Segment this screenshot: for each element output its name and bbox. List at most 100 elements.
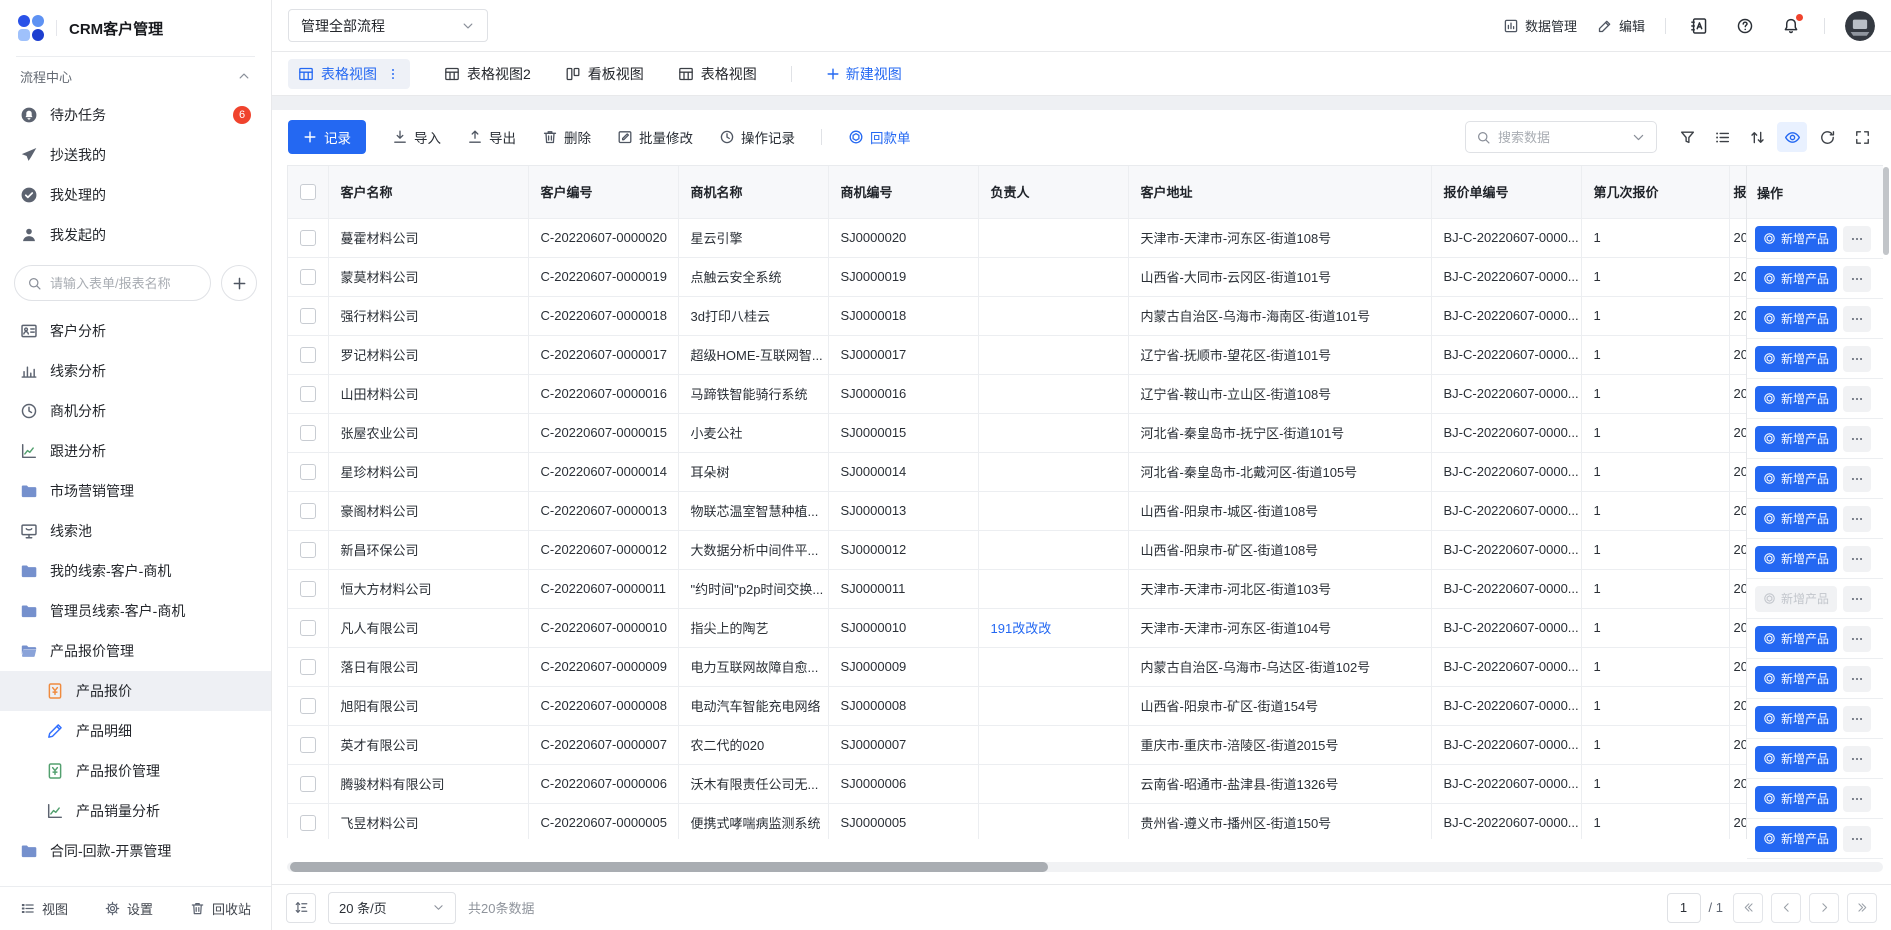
row-more-button[interactable]	[1843, 506, 1871, 532]
sort-button[interactable]	[1742, 122, 1772, 152]
notifications-button[interactable]	[1778, 13, 1804, 39]
add-product-button[interactable]: 新增产品	[1755, 626, 1837, 652]
page-number-input[interactable]: 1	[1667, 893, 1701, 923]
row-more-button[interactable]	[1843, 706, 1871, 732]
sidebar-item[interactable]: 市场营销管理	[0, 471, 271, 511]
sidebar-footer-trash[interactable]: 回收站	[190, 899, 251, 918]
row-checkbox[interactable]	[300, 308, 316, 324]
sidebar-item[interactable]: 产品明细	[0, 711, 271, 751]
sidebar-item-check-circle[interactable]: 我处理的	[0, 175, 271, 215]
sidebar-item[interactable]: 线索池	[0, 511, 271, 551]
table-row[interactable]: 落日有限公司C-20220607-0000009电力互联网故障自愈...SJ00…	[288, 647, 1747, 686]
add-product-button[interactable]: 新增产品	[1755, 786, 1837, 812]
add-product-button[interactable]: 新增产品	[1755, 346, 1837, 372]
table-search[interactable]	[1465, 121, 1657, 153]
add-product-button[interactable]: 新增产品	[1755, 706, 1837, 732]
row-checkbox[interactable]	[300, 815, 316, 831]
row-checkbox[interactable]	[300, 620, 316, 636]
fields-button[interactable]	[1707, 122, 1737, 152]
view-tab[interactable]: 表格视图	[288, 59, 410, 89]
avatar[interactable]	[1845, 11, 1875, 41]
row-more-button[interactable]	[1843, 346, 1871, 372]
sidebar-item[interactable]: 产品销量分析	[0, 791, 271, 831]
fullscreen-button[interactable]	[1847, 122, 1877, 152]
sidebar-item[interactable]: 商机分析	[0, 391, 271, 431]
sidebar-search[interactable]	[14, 265, 211, 301]
row-more-button[interactable]	[1843, 546, 1871, 572]
add-product-button[interactable]: 新增产品	[1755, 666, 1837, 692]
table-row[interactable]: 山田材料公司C-20220607-0000016马蹄铁智能骑行系统SJ00000…	[288, 374, 1747, 413]
owner-link[interactable]: 191改改改	[991, 621, 1052, 636]
next-page-button[interactable]	[1809, 893, 1839, 923]
row-checkbox[interactable]	[300, 698, 316, 714]
view-tab[interactable]: 表格视图	[678, 59, 757, 89]
visibility-button[interactable]	[1777, 122, 1807, 152]
sidebar-footer-views[interactable]: 视图	[20, 899, 68, 918]
add-product-button[interactable]: 新增产品	[1755, 226, 1837, 252]
row-more-button[interactable]	[1843, 226, 1871, 252]
row-more-button[interactable]	[1843, 306, 1871, 332]
sidebar-item[interactable]: 我的线索-客户-商机	[0, 551, 271, 591]
table-row[interactable]: 新昌环保公司C-20220607-0000012大数据分析中间件平...SJ00…	[288, 530, 1747, 569]
add-product-button[interactable]: 新增产品	[1755, 746, 1837, 772]
row-more-button[interactable]	[1843, 746, 1871, 772]
sidebar-item[interactable]: 客户分析	[0, 311, 271, 351]
table-row[interactable]: 凡人有限公司C-20220607-0000010指尖上的陶艺SJ00000101…	[288, 608, 1747, 647]
table-row[interactable]: 恒大方材料公司C-20220607-0000011"约时间"p2p时间交换...…	[288, 569, 1747, 608]
row-checkbox[interactable]	[300, 776, 316, 792]
edit-button[interactable]: 编辑	[1597, 16, 1645, 35]
add-product-button[interactable]: 新增产品	[1755, 466, 1837, 492]
row-checkbox[interactable]	[300, 464, 316, 480]
refresh-button[interactable]	[1812, 122, 1842, 152]
row-checkbox[interactable]	[300, 503, 316, 519]
row-more-button[interactable]	[1843, 626, 1871, 652]
help-button[interactable]	[1732, 13, 1758, 39]
row-checkbox[interactable]	[300, 347, 316, 363]
toolbar-history-button[interactable]: 操作记录	[719, 127, 795, 147]
add-product-button[interactable]: 新增产品	[1755, 506, 1837, 532]
toolbar-export-button[interactable]: 导出	[467, 127, 516, 147]
table-row[interactable]: 强行材料公司C-20220607-00000183d打印八桂云SJ0000018…	[288, 296, 1747, 335]
new-view-button[interactable]: 新建视图	[826, 64, 902, 84]
data-manage-button[interactable]: 数据管理	[1503, 16, 1577, 35]
sidebar-item[interactable]: 产品报价管理	[0, 751, 271, 791]
table-row[interactable]: 罗记材料公司C-20220607-0000017超级HOME-互联网智...SJ…	[288, 335, 1747, 374]
sidebar-item-send[interactable]: 抄送我的	[0, 135, 271, 175]
row-more-button[interactable]	[1843, 466, 1871, 492]
payment-order-button[interactable]: 回款单	[848, 127, 911, 147]
sidebar-footer-gear[interactable]: 设置	[105, 899, 153, 918]
add-form-button[interactable]	[221, 265, 257, 301]
sidebar-item[interactable]: 合同-回款-开票管理	[0, 831, 271, 871]
table-row[interactable]: 飞昱材料公司C-20220607-0000005便携式哮喘病监测系统SJ0000…	[288, 803, 1747, 839]
row-checkbox[interactable]	[300, 269, 316, 285]
table-search-input[interactable]	[1498, 130, 1624, 145]
add-product-button[interactable]: 新增产品	[1755, 266, 1837, 292]
new-record-button[interactable]: 记录	[288, 120, 366, 154]
page-size-select[interactable]: 20 条/页	[328, 892, 456, 924]
first-page-button[interactable]	[1733, 893, 1763, 923]
row-checkbox[interactable]	[300, 386, 316, 402]
sidebar-item[interactable]: 管理员线索-客户-商机	[0, 591, 271, 631]
toolbar-edit-square-button[interactable]: 批量修改	[617, 127, 693, 147]
prev-page-button[interactable]	[1771, 893, 1801, 923]
table-row[interactable]: 腾骏材料有限公司C-20220607-0000006沃木有限责任公司无...SJ…	[288, 764, 1747, 803]
row-more-button[interactable]	[1843, 826, 1871, 852]
chevron-down-icon[interactable]	[1631, 130, 1646, 145]
sidebar-item-bell-circle[interactable]: 待办任务6	[0, 95, 271, 135]
add-product-button[interactable]: 新增产品	[1755, 826, 1837, 852]
table-row[interactable]: 蒙莫材料公司C-20220607-0000019点触云安全系统SJ0000019…	[288, 257, 1747, 296]
row-checkbox[interactable]	[300, 737, 316, 753]
view-tab[interactable]: 看板视图	[565, 59, 644, 89]
row-height-button[interactable]	[286, 893, 316, 923]
row-more-button[interactable]	[1843, 266, 1871, 292]
table-row[interactable]: 旭阳有限公司C-20220607-0000008电动汽车智能充电网络SJ0000…	[288, 686, 1747, 725]
filter-button[interactable]	[1672, 122, 1702, 152]
contacts-button[interactable]	[1686, 13, 1712, 39]
flow-select[interactable]: 管理全部流程	[288, 9, 488, 42]
sidebar-item[interactable]: 线索分析	[0, 351, 271, 391]
last-page-button[interactable]	[1847, 893, 1877, 923]
toolbar-import-button[interactable]: 导入	[392, 127, 441, 147]
add-product-button[interactable]: 新增产品	[1755, 386, 1837, 412]
row-checkbox[interactable]	[300, 542, 316, 558]
row-checkbox[interactable]	[300, 659, 316, 675]
